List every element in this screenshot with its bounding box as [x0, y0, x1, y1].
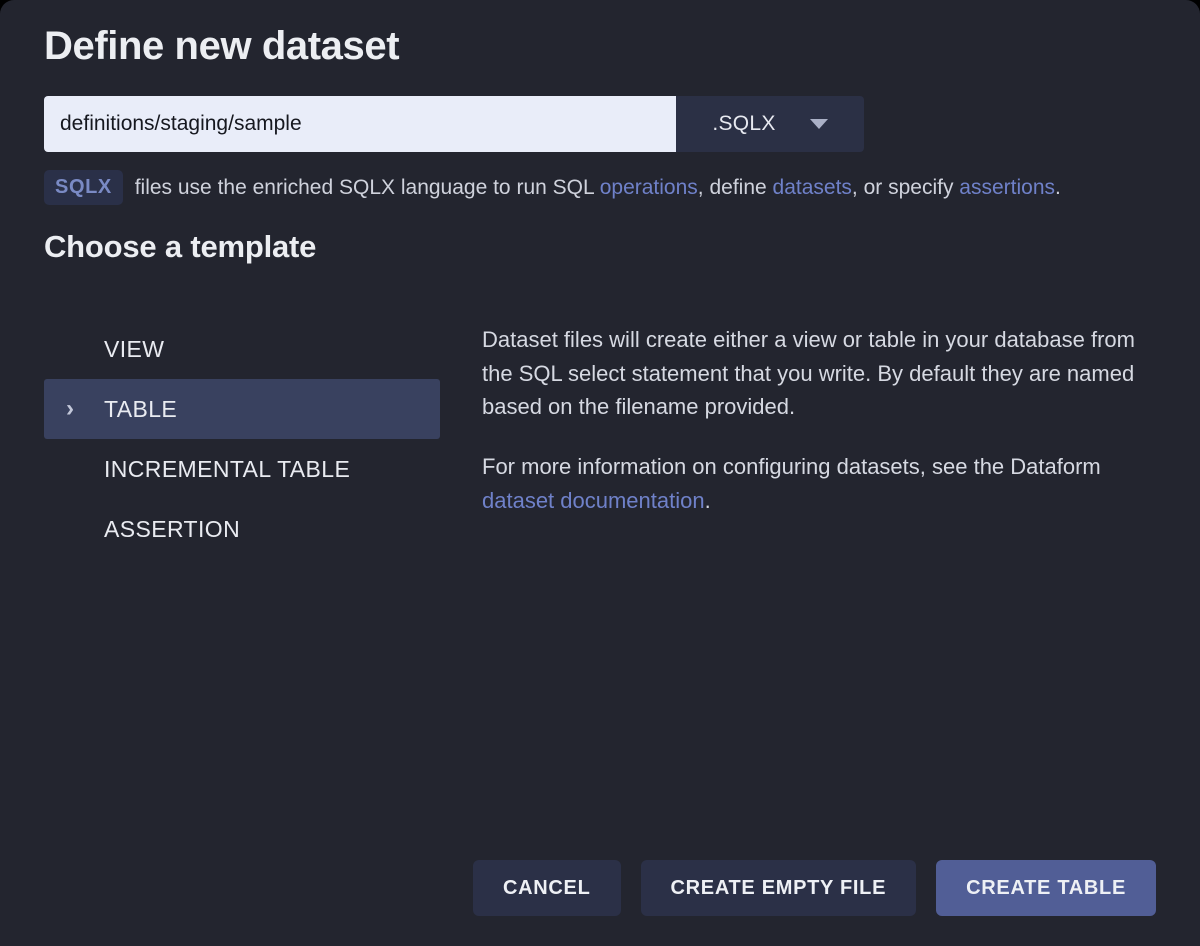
- template-area: VIEW › TABLE INCREMENTAL TABLE ASSERTION…: [44, 315, 1156, 860]
- helper-text: SQLX files use the enriched SQLX languag…: [44, 170, 1156, 206]
- template-item-label: TABLE: [104, 395, 178, 422]
- template-description-paragraph-1: Dataset files will create either a view …: [482, 327, 1135, 420]
- link-operations[interactable]: operations: [600, 176, 698, 199]
- link-datasets[interactable]: datasets: [773, 176, 852, 199]
- template-description-paragraph-2: For more information on configuring data…: [482, 450, 1156, 517]
- chevron-right-icon: ›: [66, 395, 74, 423]
- filename-input[interactable]: [44, 96, 676, 152]
- page-title: Define new dataset: [44, 24, 400, 68]
- choose-template-title: Choose a template: [44, 229, 317, 265]
- template-list: VIEW › TABLE INCREMENTAL TABLE ASSERTION: [44, 315, 440, 860]
- file-extension-label: .SQLX: [712, 112, 776, 135]
- template-item-label: INCREMENTAL TABLE: [104, 455, 351, 482]
- paragraph-2-text-before: For more information on configuring data…: [482, 454, 1101, 480]
- template-item-label: ASSERTION: [104, 515, 241, 542]
- helper-text-part1: files use the enriched SQLX language to …: [128, 176, 600, 199]
- template-item-assertion[interactable]: ASSERTION: [44, 499, 440, 559]
- cancel-button[interactable]: CANCEL: [472, 860, 621, 916]
- template-item-view[interactable]: VIEW: [44, 319, 440, 379]
- file-extension-select[interactable]: .SQLX: [676, 96, 864, 152]
- template-item-table[interactable]: › TABLE: [44, 379, 440, 440]
- helper-text-part3: , or specify: [851, 176, 960, 199]
- template-item-label: VIEW: [104, 335, 165, 362]
- define-new-dataset-dialog: Define new dataset .SQLX SQLX files use …: [0, 0, 1200, 946]
- template-item-incremental-table[interactable]: INCREMENTAL TABLE: [44, 439, 440, 499]
- link-assertions[interactable]: assertions: [959, 176, 1055, 199]
- create-empty-file-button[interactable]: CREATE EMPTY FILE: [640, 860, 917, 916]
- paragraph-2-text-after: .: [704, 487, 711, 513]
- template-description: Dataset files will create either a view …: [440, 315, 1156, 860]
- sqlx-badge: SQLX: [44, 170, 123, 206]
- create-table-button[interactable]: CREATE TABLE: [936, 860, 1156, 916]
- helper-text-part2: , define: [697, 176, 773, 199]
- link-dataset-documentation[interactable]: dataset documentation: [482, 488, 705, 513]
- chevron-down-icon: [809, 119, 828, 129]
- filename-row: .SQLX: [44, 96, 1156, 152]
- dialog-footer: CANCEL CREATE EMPTY FILE CREATE TABLE: [44, 860, 1156, 946]
- helper-text-part4: .: [1055, 176, 1061, 199]
